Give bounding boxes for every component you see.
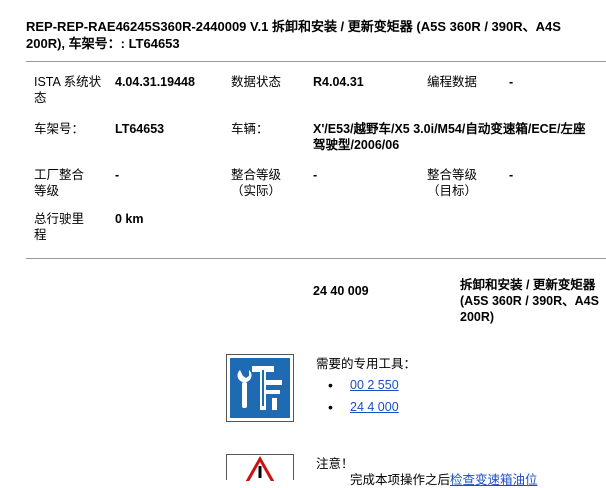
tool-link-2[interactable]: 24 4 000 (350, 399, 399, 415)
mileage-value: 0 km (115, 212, 144, 226)
programming-data-label: 编程数据 (427, 75, 478, 89)
vehicle-label: 车辆： (231, 122, 269, 136)
vehicle-value: X'/E53/越野车/X5 3.0i/M54/自动变速箱/ECE/左座驾驶型/2… (313, 122, 586, 152)
repair-code: 24 40 009 (313, 284, 369, 298)
actual-level-value: - (313, 168, 318, 182)
mileage-label: 总行驶里程 (34, 212, 85, 242)
target-level-value: - (509, 168, 514, 182)
data-status-label: 数据状态 (231, 75, 282, 89)
divider-bottom (26, 258, 606, 259)
notice-link[interactable]: 检查变速箱油位 (450, 473, 538, 487)
ista-status-value: 4.04.31.19448 (115, 75, 195, 89)
vin-label: 车架号： (34, 122, 85, 136)
factory-level-label: 工厂整合等级 (34, 168, 85, 198)
special-tools-icon (226, 354, 294, 422)
notice-text: 完成本项操作之后检查变速箱油位 (350, 472, 600, 488)
programming-data-value: - (509, 75, 514, 89)
divider-top (26, 61, 606, 62)
tool-bullet-1: • (328, 377, 333, 393)
tool-bullet-2: • (328, 399, 333, 415)
page-title: REP-REP-RAE46245S360R-2440009 V.1 拆卸和安装 … (26, 19, 561, 51)
target-level-label: 整合等级（目标） (427, 168, 478, 198)
actual-level-label: 整合等级（实际） (231, 168, 282, 198)
repair-description: 拆卸和安装 / 更新变矩器 (A5S 360R / 390R、A4S 200R) (460, 278, 599, 324)
ista-status-label: ISTA 系统状态 (34, 75, 102, 105)
vin-value: LT64653 (115, 122, 165, 136)
notice-title: 注意！ (316, 457, 354, 471)
factory-level-value: - (115, 168, 120, 182)
notice-text-prefix: 完成本项操作之后 (350, 473, 451, 487)
data-status-value: R4.04.31 (313, 75, 364, 89)
tools-title: 需要的专用工具： (316, 357, 417, 371)
warning-triangle-icon (226, 454, 294, 481)
tool-link-2-text[interactable]: 24 4 000 (350, 400, 399, 414)
tool-link-1[interactable]: 00 2 550 (350, 377, 399, 393)
tool-link-1-text[interactable]: 00 2 550 (350, 378, 399, 392)
